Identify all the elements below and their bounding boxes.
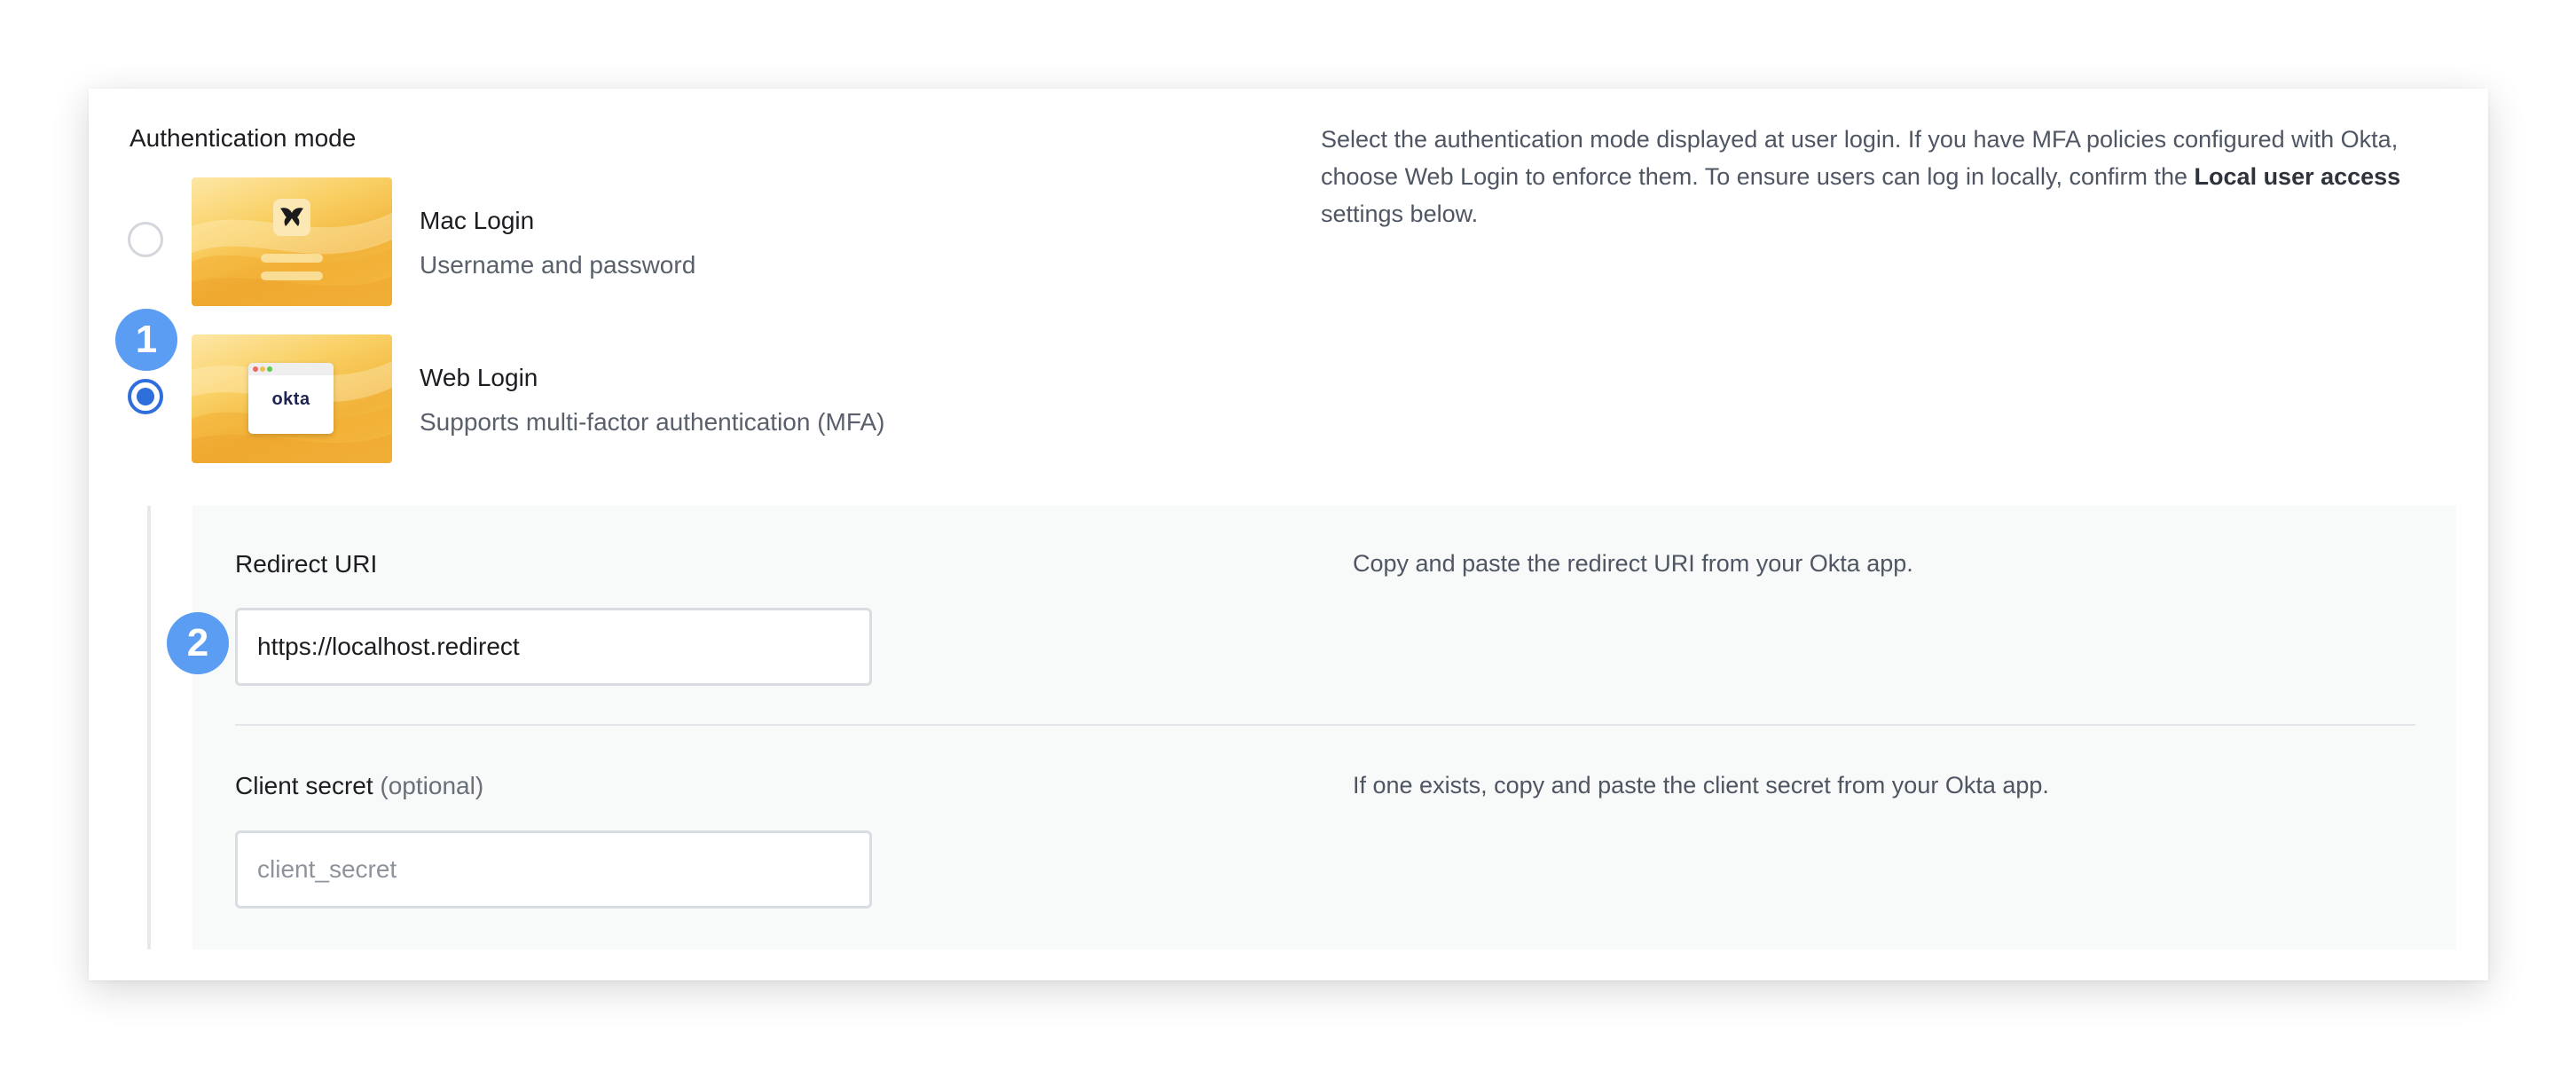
callout-badge-1: 1 <box>115 309 177 371</box>
callout-badge-2: 2 <box>167 612 229 674</box>
redirect-uri-input[interactable] <box>235 608 872 686</box>
jamf-logo-icon <box>273 199 310 236</box>
redirect-uri-help: Copy and paste the redirect URI from you… <box>1353 550 1913 577</box>
password-field-graphic <box>261 271 323 280</box>
field-divider <box>235 724 2415 726</box>
section-title: Authentication mode <box>130 124 357 152</box>
browser-titlebar <box>248 363 334 375</box>
web-login-radio[interactable] <box>128 379 163 414</box>
web-login-subtitle: Supports multi-factor authentication (MF… <box>420 408 885 436</box>
optional-tag: (optional) <box>380 772 484 799</box>
web-login-settings-panel: Redirect URI Copy and paste the redirect… <box>192 506 2456 949</box>
redirect-uri-label: Redirect URI <box>235 550 378 578</box>
client-secret-help: If one exists, copy and paste the client… <box>1353 772 2049 799</box>
client-secret-input[interactable] <box>235 830 872 909</box>
minimize-dot-icon <box>260 366 265 372</box>
local-user-access-link: Local user access <box>2194 163 2401 190</box>
indent-line <box>147 506 151 949</box>
web-login-title: Web Login <box>420 364 538 391</box>
browser-window-graphic: okta <box>248 363 334 434</box>
auth-mode-description: Select the authentication mode displayed… <box>1321 121 2456 232</box>
mac-login-radio[interactable] <box>128 222 163 257</box>
authentication-card: Authentication mode Select the authentic… <box>89 89 2488 980</box>
client-secret-label-text: Client secret <box>235 772 373 799</box>
username-field-graphic <box>261 254 323 263</box>
close-dot-icon <box>253 366 258 372</box>
web-login-thumbnail: okta <box>192 334 392 463</box>
description-end: settings below. <box>1321 201 1479 227</box>
mac-login-thumbnail <box>192 177 392 306</box>
okta-logo: okta <box>271 389 310 409</box>
client-secret-label: Client secret (optional) <box>235 772 483 800</box>
mac-login-title: Mac Login <box>420 207 535 234</box>
maximize-dot-icon <box>267 366 272 372</box>
mac-login-subtitle: Username and password <box>420 251 696 279</box>
